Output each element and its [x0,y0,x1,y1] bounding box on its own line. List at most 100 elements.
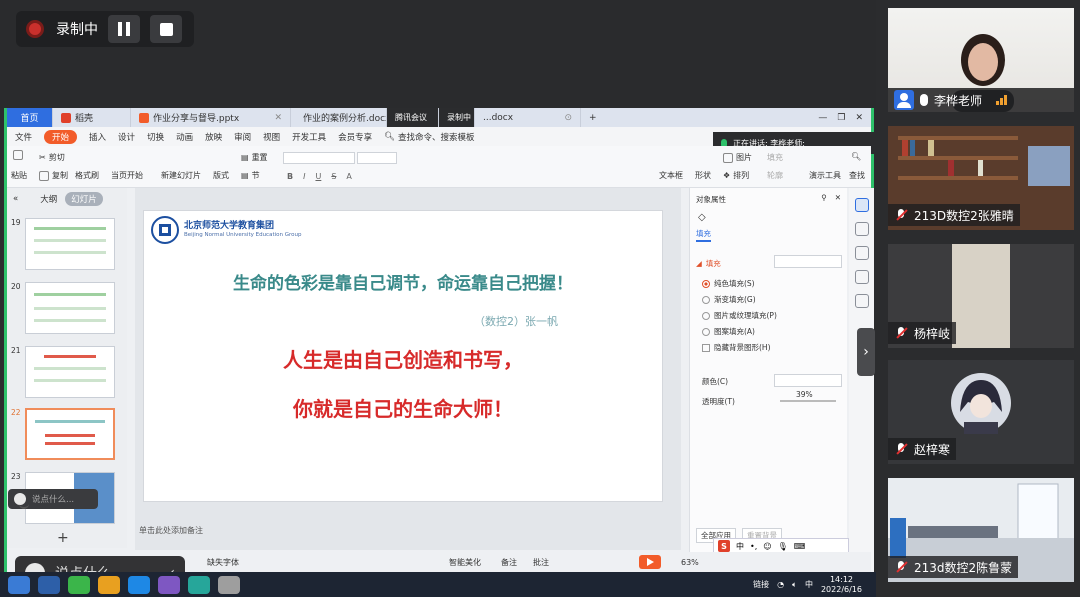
tab-outline[interactable]: 大纲 [40,193,57,205]
presentation-tools-button[interactable]: 演示工具 [809,170,841,181]
mic-icon[interactable]: 🎙︎ [778,542,788,551]
copy-button[interactable]: 复制 [39,170,68,181]
chat-input-mini[interactable]: 说点什么... [8,489,98,509]
pin-icon[interactable]: ⚲ [821,193,827,202]
taskbar-app-icon[interactable] [68,575,90,594]
tab-docx[interactable]: 作业的案例分析.docx [291,108,387,127]
participant-tile[interactable]: 213d数控2陈鲁蒙 [888,478,1074,582]
menu-transition[interactable]: 切换 [147,131,164,143]
participant-tile[interactable]: 213D数控2张雅晴 [888,126,1074,230]
play-slideshow-button[interactable] [639,555,661,569]
thumbnail-22[interactable]: 22 [11,408,115,460]
beautify-button[interactable]: 智能美化 [449,557,481,568]
command-search[interactable]: 🔍︎ 查找命令、搜索模板 [384,131,474,143]
menu-review[interactable]: 审阅 [234,131,251,143]
taskbar-app-icon[interactable] [188,575,210,594]
missing-font-label[interactable]: 缺失字体 [207,557,239,568]
font-size-select[interactable] [357,152,397,164]
transparency-slider[interactable] [780,400,836,402]
menu-insert[interactable]: 插入 [89,131,106,143]
reset-button[interactable]: ▤ 重置 [241,152,268,163]
wifi-icon[interactable]: ◔ [777,580,784,589]
clock[interactable]: 14:12 2022/6/16 [821,575,862,594]
taskbar-app-icon[interactable] [98,575,120,594]
slide-thumbnail-selected[interactable] [25,408,115,460]
stop-recording-button[interactable] [150,15,182,43]
slide-thumbnail[interactable] [25,282,115,334]
animation-icon[interactable] [854,246,869,260]
taskbar-app-icon[interactable] [38,575,60,594]
paste-label[interactable]: 粘贴 [11,170,27,181]
tray-label[interactable]: 链接 [753,579,769,590]
new-tab-button[interactable]: + [581,108,605,127]
outline-button[interactable]: 轮廓 [767,170,783,181]
font-family-select[interactable] [283,152,355,164]
menu-animation[interactable]: 动画 [176,131,193,143]
picture-button[interactable]: 图片 [723,152,752,163]
textbox-button[interactable]: 文本框 [659,170,683,181]
menu-developer[interactable]: 开发工具 [292,131,326,143]
arrange-button[interactable]: ❖ 排列 [723,170,749,181]
shape-button[interactable]: 形状 [695,170,711,181]
help-icon[interactable] [854,294,869,308]
menu-member[interactable]: 会员专享 [338,131,372,143]
close-window-icon[interactable]: ✕ [855,113,863,123]
section-button[interactable]: ▤ 节 [241,170,260,181]
select-icon[interactable] [854,222,869,236]
tab-fill[interactable]: 填充 [696,228,711,242]
comments-toggle[interactable]: 批注 [533,557,549,568]
paste-button[interactable] [13,150,23,160]
fill-section-header[interactable]: ◢ 填充 [696,258,721,269]
tab-docx-2[interactable]: ...docx ⊙ [475,108,581,127]
find-button[interactable]: 🔍︎ [851,152,861,161]
menu-view[interactable]: 视图 [263,131,280,143]
font-style-buttons[interactable]: BIUSA [287,172,352,181]
tab-slides[interactable]: 幻灯片 [65,192,103,206]
participant-tile[interactable]: 赵梓寒 [888,360,1074,464]
color-select[interactable] [774,374,842,387]
notes-toggle[interactable]: 备注 [501,557,517,568]
thumbnail-21[interactable]: 21 [11,346,115,398]
current-slide[interactable]: 北京师范大学教育集团 Beijing Normal University Edu… [143,210,663,502]
taskbar-app-icon[interactable] [158,575,180,594]
layout-button[interactable]: 版式 [213,170,229,181]
maximize-icon[interactable]: ❐ [837,113,845,123]
recording-pill[interactable]: 录制中 [439,108,475,127]
meeting-pill[interactable]: 腾讯会议 [387,108,439,127]
menu-start[interactable]: 开始 [44,129,78,144]
close-icon[interactable]: ✕ [835,193,841,202]
thumbnail-19[interactable]: 19 [11,218,115,270]
pause-recording-button[interactable] [108,15,140,43]
collapse-icon[interactable]: « [13,194,18,204]
properties-icon[interactable] [854,198,869,212]
participant-tile[interactable]: 杨梓岐 [888,244,1074,348]
option-solid-fill[interactable]: 纯色填充(S) [702,278,755,289]
cut-button[interactable]: ✂ 剪切 [39,152,65,163]
menu-slideshow[interactable]: 放映 [205,131,222,143]
current-start-button[interactable]: 当页开始 [111,170,143,181]
start-icon[interactable] [8,575,30,594]
tab-pptx[interactable]: 作业分享与督导.pptx ✕ [131,108,291,127]
menu-design[interactable]: 设计 [118,131,135,143]
taskbar-app-icon[interactable] [218,575,240,594]
slide-thumbnail[interactable] [25,218,115,270]
format-painter-button[interactable]: 格式刷 [75,170,99,181]
hide-background-checkbox[interactable]: 隐藏背景图形(H) [702,342,771,353]
tab-home[interactable]: 首页 [7,108,53,127]
option-picture-fill[interactable]: 图片或纹理填充(P) [702,310,777,321]
minimize-icon[interactable]: — [818,113,827,123]
zoom-level[interactable]: 63% [681,558,699,567]
new-slide-button[interactable]: 新建幻灯片 [161,170,201,181]
close-icon[interactable]: ✕ [268,113,282,123]
next-page-arrow[interactable]: › [857,328,875,376]
keyboard-icon[interactable]: ⌨ [794,542,806,551]
notes-field[interactable]: 单击此处添加备注 [135,522,681,538]
fill-type-select[interactable] [774,255,842,268]
option-pattern-fill[interactable]: 图案填充(A) [702,326,755,337]
find-label[interactable]: 查找 [849,170,865,181]
transition-icon[interactable] [854,270,869,284]
ime-mode[interactable]: 中 [736,541,744,552]
add-slide-button[interactable]: + [57,530,69,546]
option-gradient-fill[interactable]: 渐变填充(G) [702,294,756,305]
emoji-icon[interactable]: ☺ [763,542,771,551]
